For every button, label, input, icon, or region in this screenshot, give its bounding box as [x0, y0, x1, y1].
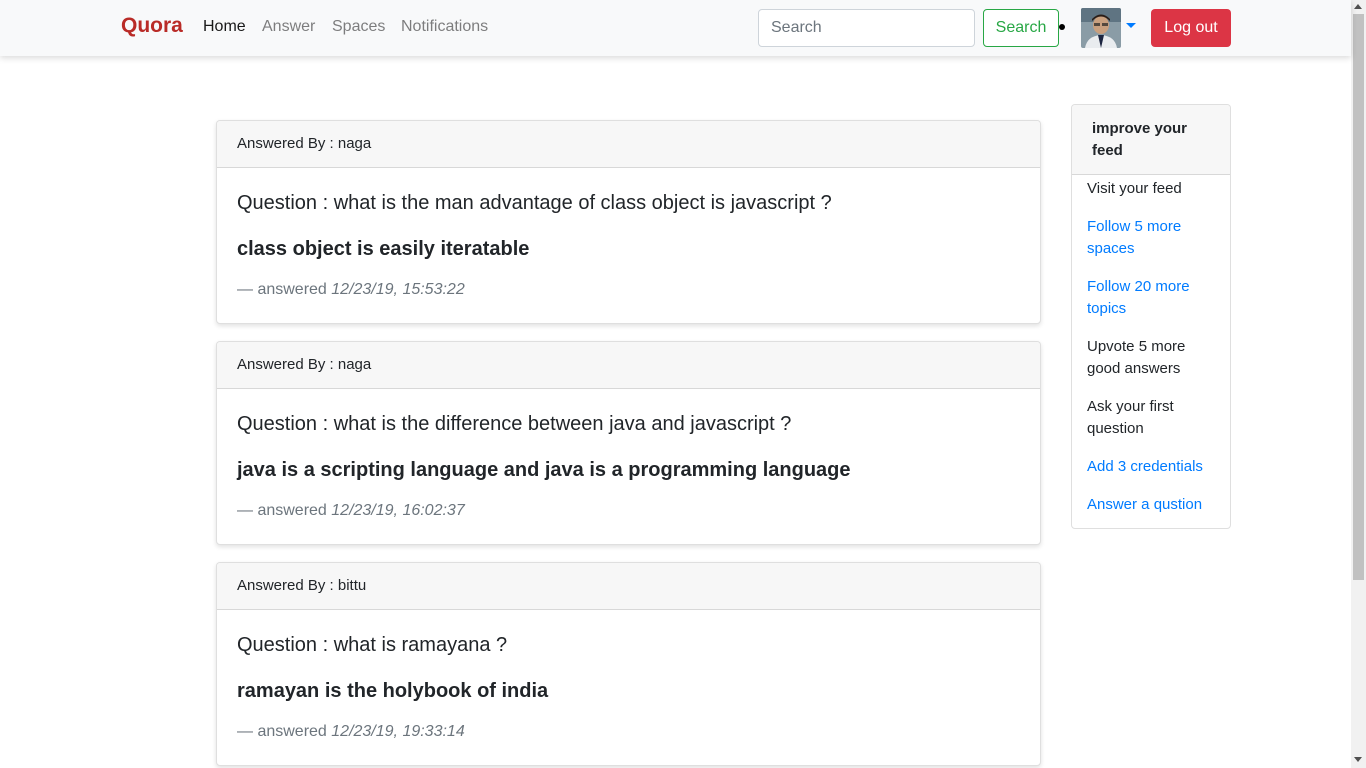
card-body: Question : what is the difference betwee…	[217, 412, 1040, 521]
nav-home[interactable]: Home	[203, 18, 246, 36]
card-header: Answered By : bittu	[217, 563, 1040, 610]
sidebar-item-follow-topics[interactable]: Follow 20 more topics	[1072, 276, 1230, 320]
nav-notifications[interactable]: Notifications	[401, 18, 488, 36]
sidebar-item-add-credentials[interactable]: Add 3 credentials	[1072, 456, 1230, 478]
answer-meta: — answered 12/23/19, 16:02:37	[237, 501, 1020, 521]
sidebar-title: improve your feed	[1072, 105, 1230, 175]
sidebar-item-visit-feed: Visit your feed	[1087, 180, 1182, 197]
answer-text: class object is easily iteratable	[237, 238, 530, 260]
nav-answer[interactable]: Answer	[262, 18, 315, 36]
avatar-image	[1081, 8, 1121, 48]
brand-logo[interactable]: Quora	[121, 14, 183, 38]
page-scrollbar[interactable]	[1351, 0, 1366, 768]
answer-timestamp: 12/23/19, 15:53:22	[331, 281, 465, 298]
question-text: Question : what is the difference betwee…	[237, 413, 792, 435]
bullet-dot	[1059, 24, 1065, 30]
sidebar-item-answer-question[interactable]: Answer a qustion	[1072, 494, 1230, 516]
card-header: Answered By : naga	[217, 121, 1040, 168]
user-avatar[interactable]	[1081, 8, 1121, 48]
search-input[interactable]	[758, 9, 975, 47]
card-header: Answered By : naga	[217, 342, 1040, 389]
sidebar-item-follow-spaces[interactable]: Follow 5 more spaces	[1072, 216, 1230, 260]
answer-text: ramayan is the holybook of india	[237, 680, 549, 702]
answer-timestamp: 12/23/19, 19:33:14	[331, 723, 465, 740]
user-menu-caret-icon[interactable]	[1126, 23, 1136, 28]
logout-button[interactable]: Log out	[1151, 9, 1231, 47]
improve-feed-sidebar: improve your feed Visit your feed Follow…	[1071, 104, 1231, 529]
answered-prefix: — answered	[237, 502, 332, 519]
answered-prefix: — answered	[237, 723, 332, 740]
question-text: Question : what is the man advantage of …	[237, 192, 832, 214]
nav-spaces[interactable]: Spaces	[332, 18, 385, 36]
card-body: Question : what is ramayana ? ramayan is…	[217, 633, 1040, 742]
scroll-down-arrow-icon[interactable]	[1354, 757, 1362, 762]
answer-card: Answered By : bittu Question : what is r…	[216, 562, 1041, 766]
sidebar-list: Visit your feed Follow 5 more spaces Fol…	[1072, 175, 1230, 516]
card-body: Question : what is the man advantage of …	[217, 191, 1040, 300]
scroll-up-arrow-icon[interactable]	[1354, 4, 1362, 9]
answer-meta: — answered 12/23/19, 19:33:14	[237, 722, 1020, 742]
question-text: Question : what is ramayana ?	[237, 634, 508, 656]
top-navbar: Quora Home Answer Spaces Notifications S…	[0, 0, 1351, 56]
answered-prefix: — answered	[237, 281, 332, 298]
search-button[interactable]: Search	[983, 9, 1059, 47]
answer-meta: — answered 12/23/19, 15:53:22	[237, 280, 1020, 300]
sidebar-item-ask-question: Ask your first question	[1087, 398, 1174, 437]
sidebar-item-upvote-answers: Upvote 5 more good answers	[1087, 338, 1186, 377]
answer-card: Answered By : naga Question : what is th…	[216, 341, 1041, 545]
scrollbar-thumb[interactable]	[1353, 14, 1364, 580]
answer-card: Answered By : naga Question : what is th…	[216, 120, 1041, 324]
answer-timestamp: 12/23/19, 16:02:37	[331, 502, 465, 519]
answer-text: java is a scripting language and java is…	[237, 459, 851, 481]
